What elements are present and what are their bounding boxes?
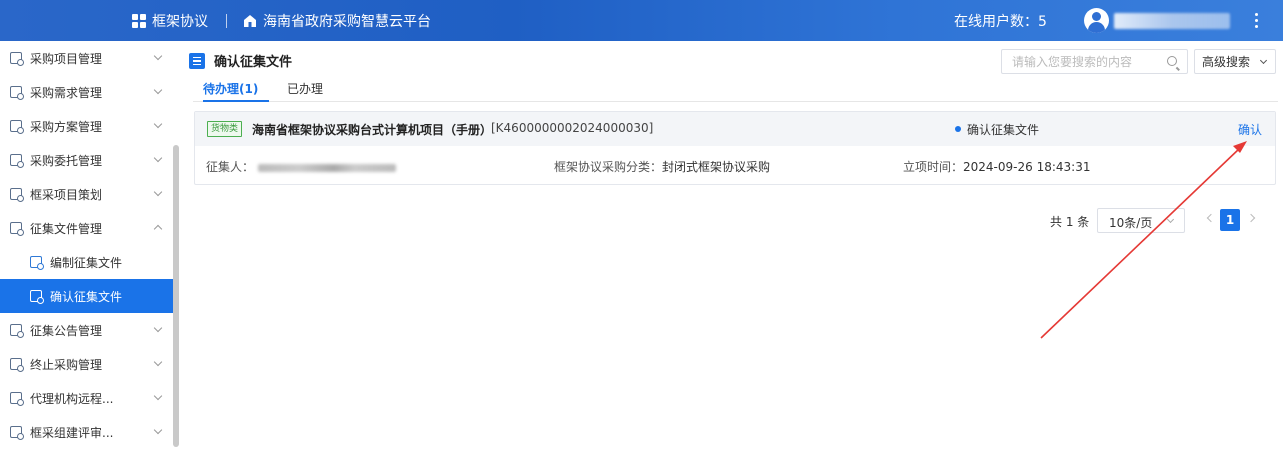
annotation-arrow: [1040, 141, 1247, 339]
